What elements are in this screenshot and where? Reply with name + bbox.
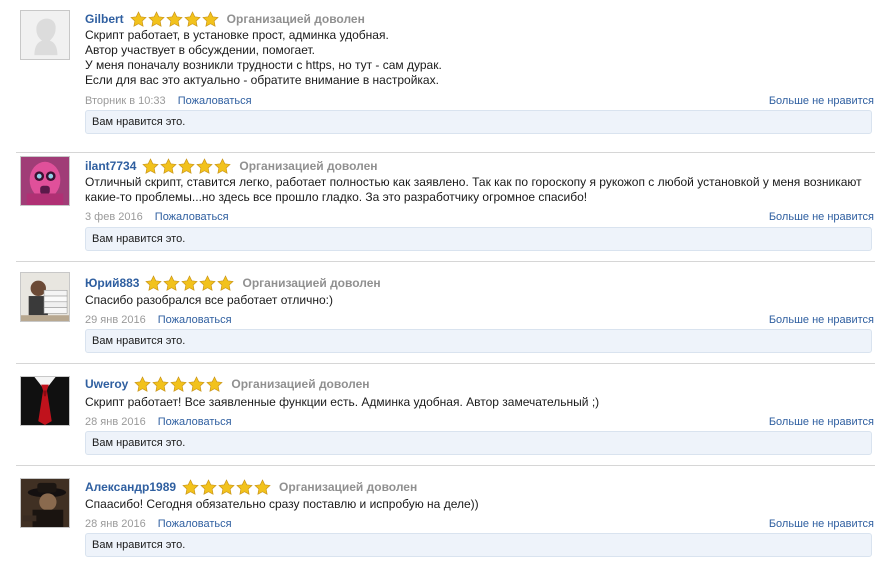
review-meta: 28 янв 2016 Пожаловаться Больше не нрави… — [85, 517, 874, 531]
unlike-link[interactable]: Больше не нравится — [769, 415, 874, 429]
username-link[interactable]: Александр1989 — [85, 480, 176, 494]
likes-box: Вам нравится это. — [85, 110, 872, 134]
man-with-papers-avatar-icon — [21, 273, 69, 321]
unlike-link[interactable]: Больше не нравится — [769, 313, 874, 327]
review-item: Юрий883 Организацией доволен Спасибо раз… — [0, 262, 891, 364]
likes-box: Вам нравится это. — [85, 533, 872, 557]
star-icon — [160, 157, 178, 174]
rating-label: Организацией доволен — [239, 159, 378, 173]
review-header: Юрий883 Организацией доволен — [85, 274, 381, 292]
star-icon — [217, 274, 235, 291]
review-text-line: Автор участвует в обсуждении, помогает. — [85, 43, 315, 57]
star-rating — [182, 478, 271, 496]
username-link[interactable]: Uweroy — [85, 377, 128, 391]
star-icon — [152, 375, 170, 392]
review-meta: Вторник в 10:33 Пожаловаться Больше не н… — [85, 94, 874, 108]
review-date: 28 янв 2016 — [85, 416, 146, 428]
review-meta: 28 янв 2016 Пожаловаться Больше не нрави… — [85, 415, 874, 429]
report-link[interactable]: Пожаловаться — [155, 211, 229, 223]
report-link[interactable]: Пожаловаться — [158, 314, 232, 326]
review-meta: 29 янв 2016 Пожаловаться Больше не нрави… — [85, 313, 874, 327]
review-text-line: какие-то проблемы...но здесь все прошло … — [85, 190, 588, 204]
review-date: 28 янв 2016 — [85, 518, 146, 530]
review-text: Отличный скрипт, ставится легко, работае… — [85, 175, 875, 205]
avatar[interactable] — [20, 376, 70, 426]
review-header: ilant7734 Организацией доволен — [85, 157, 378, 175]
avatar[interactable] — [20, 272, 70, 322]
review-text: Спаасибо! Сегодня обязательно сразу пост… — [85, 497, 875, 512]
star-icon — [201, 10, 219, 27]
star-icon — [181, 274, 199, 291]
review-date: 3 фев 2016 — [85, 211, 143, 223]
rating-label: Организацией доволен — [279, 480, 418, 494]
username-link[interactable]: ilant7734 — [85, 159, 136, 173]
star-icon — [183, 10, 201, 27]
review-text-line: Спасибо разобрался все работает отлично:… — [85, 293, 333, 307]
review-text-line: Скрипт работает, в установке прост, адми… — [85, 28, 389, 42]
star-icon — [182, 478, 199, 495]
review-date: Вторник в 10:33 — [85, 95, 166, 107]
review-item: Uweroy Организацией доволен Скрипт работ… — [0, 364, 891, 466]
star-rating — [142, 157, 232, 175]
star-icon — [134, 375, 152, 392]
likes-box: Вам нравится это. — [85, 329, 872, 353]
star-icon — [218, 478, 235, 495]
rating-label: Организацией доволен — [242, 276, 381, 290]
star-icon — [145, 274, 163, 291]
likes-box: Вам нравится это. — [85, 227, 872, 251]
star-icon — [147, 10, 165, 27]
star-icon — [254, 478, 271, 495]
review-text-line: Спаасибо! Сегодня обязательно сразу пост… — [85, 497, 479, 511]
star-icon — [129, 10, 147, 27]
review-text-line: Отличный скрипт, ставится легко, работае… — [85, 175, 862, 189]
review-text: Скрипт работает! Все заявленные функции … — [85, 395, 875, 410]
review-header: Александр1989 Организацией доволен — [85, 478, 417, 496]
report-link[interactable]: Пожаловаться — [158, 518, 232, 530]
review-header: Gilbert Организацией доволен — [85, 10, 365, 28]
avatar[interactable] — [20, 10, 70, 60]
username-link[interactable]: Юрий883 — [85, 276, 139, 290]
gasmask-avatar-icon — [21, 157, 69, 205]
man-in-hat-avatar-icon — [21, 479, 69, 527]
report-link[interactable]: Пожаловаться — [158, 416, 232, 428]
star-icon — [142, 157, 160, 174]
avatar[interactable] — [20, 478, 70, 528]
review-date: 29 янв 2016 — [85, 314, 146, 326]
star-icon — [196, 157, 214, 174]
star-icon — [165, 10, 183, 27]
star-icon — [188, 375, 206, 392]
star-icon — [163, 274, 181, 291]
avatar[interactable] — [20, 156, 70, 206]
review-meta: 3 фев 2016 Пожаловаться Больше не нравит… — [85, 210, 874, 224]
star-rating — [134, 375, 224, 393]
star-rating — [129, 10, 219, 28]
review-text: Скрипт работает, в установке прост, адми… — [85, 28, 875, 88]
review-item: Gilbert Организацией доволен Скрипт рабо… — [0, 0, 891, 153]
review-text-line: Скрипт работает! Все заявленные функции … — [85, 395, 600, 409]
star-icon — [214, 157, 232, 174]
suit-tie-avatar-icon — [21, 377, 69, 425]
unlike-link[interactable]: Больше не нравится — [769, 517, 874, 531]
star-icon — [170, 375, 188, 392]
review-item: ilant7734 Организацией доволен Отличный … — [0, 153, 891, 262]
star-icon — [199, 274, 217, 291]
star-icon — [206, 375, 224, 392]
star-icon — [200, 478, 217, 495]
review-header: Uweroy Организацией доволен — [85, 375, 370, 393]
review-text: Спасибо разобрался все работает отлично:… — [85, 293, 875, 308]
rating-label: Организацией доволен — [226, 12, 365, 26]
unlike-link[interactable]: Больше не нравится — [769, 94, 874, 108]
report-link[interactable]: Пожаловаться — [178, 95, 252, 107]
review-item: Александр1989 Организацией доволен Спаас… — [0, 466, 891, 565]
star-icon — [178, 157, 196, 174]
star-rating — [145, 274, 235, 292]
username-link[interactable]: Gilbert — [85, 12, 124, 26]
star-icon — [236, 478, 253, 495]
likes-box: Вам нравится это. — [85, 431, 872, 455]
default-avatar-icon — [21, 11, 69, 59]
review-text-line: У меня поначалу возникли трудности с htt… — [85, 58, 442, 72]
unlike-link[interactable]: Больше не нравится — [769, 210, 874, 224]
rating-label: Организацией доволен — [231, 377, 370, 391]
review-text-line: Если для вас это актуально - обратите вн… — [85, 73, 439, 87]
